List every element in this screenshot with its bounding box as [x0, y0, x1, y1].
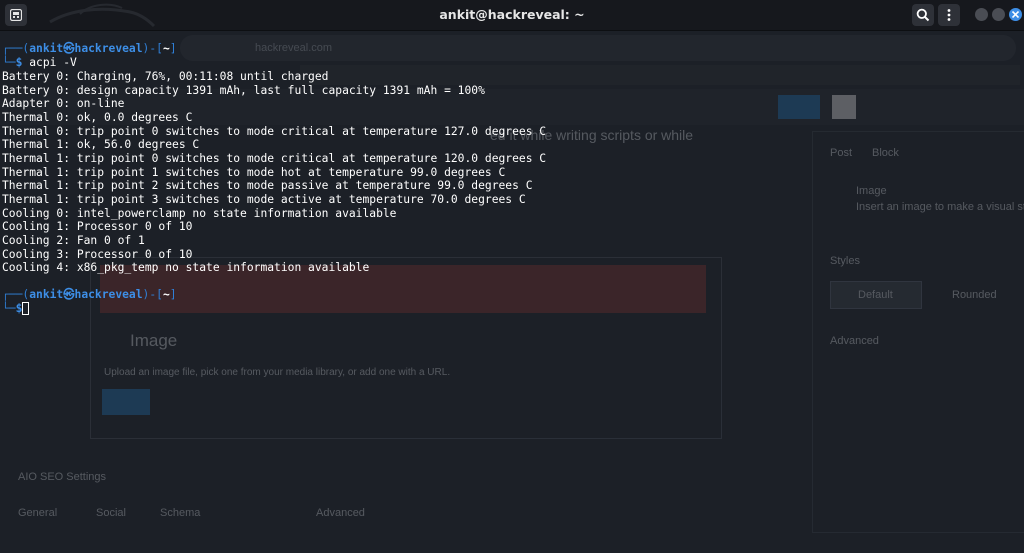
prompt-frame-bottom: └─	[2, 56, 16, 69]
output-line: Cooling 4: x86_pkg_temp no state informa…	[2, 261, 370, 274]
minimize-button[interactable]	[975, 8, 988, 21]
output-line: Adapter 0: on-line	[2, 97, 125, 110]
prompt-line-2: ┌──(ankit㉿hackreveal)-[~]	[2, 288, 177, 302]
command-line-2[interactable]: └─$	[2, 302, 30, 316]
terminal-icon	[10, 9, 22, 21]
text-cursor	[22, 302, 30, 315]
prompt-user-host: ankit㉿hackreveal	[29, 42, 143, 55]
prompt-sign: $	[15, 302, 23, 315]
prompt-separator: )-[	[142, 288, 163, 301]
prompt-end: ]	[169, 42, 177, 55]
output-line: Thermal 0: ok, 0.0 degrees C	[2, 111, 193, 124]
prompt-frame: ┌──(	[2, 288, 30, 301]
prompt-frame: ┌──(	[2, 42, 30, 55]
menu-button[interactable]	[938, 4, 960, 26]
search-icon	[916, 8, 930, 22]
output-line: Battery 0: design capacity 1391 mAh, las…	[2, 84, 485, 97]
prompt-user-host: ankit㉿hackreveal	[29, 288, 143, 301]
kebab-menu-icon	[947, 9, 951, 21]
output-line: Thermal 1: trip point 3 switches to mode…	[2, 193, 526, 206]
search-button[interactable]	[912, 4, 934, 26]
output-line: Cooling 0: intel_powerclamp no state inf…	[2, 207, 397, 220]
output-line: Thermal 0: trip point 0 switches to mode…	[2, 125, 547, 138]
output-line: Thermal 1: trip point 1 switches to mode…	[2, 166, 506, 179]
terminal-menu-button[interactable]	[5, 4, 27, 26]
maximize-button[interactable]	[992, 8, 1005, 21]
prompt-line-1: ┌──(ankit㉿hackreveal)-[~]	[2, 42, 177, 56]
terminal-window: hackreveal.com ed it while writing scrip…	[0, 0, 1024, 553]
output-line: Thermal 1: ok, 56.0 degrees C	[2, 138, 200, 151]
prompt-directory: ~	[162, 42, 170, 55]
prompt-frame-bottom: └─	[2, 302, 16, 315]
output-line: Thermal 1: trip point 2 switches to mode…	[2, 179, 533, 192]
prompt-end: ]	[169, 288, 177, 301]
terminal-output-area[interactable]: ┌──(ankit㉿hackreveal)-[~] └─$ acpi -V Ba…	[0, 40, 1024, 540]
output-line: Cooling 1: Processor 0 of 10	[2, 220, 193, 233]
command-text: acpi -V	[29, 56, 77, 69]
prompt-separator: )-[	[142, 42, 163, 55]
command-line-1: └─$ acpi -V	[2, 56, 77, 70]
output-line: Cooling 3: Processor 0 of 10	[2, 248, 193, 261]
close-button[interactable]	[1009, 8, 1022, 21]
title-bar: ankit@hackreveal: ~	[0, 0, 1024, 31]
output-line: Cooling 2: Fan 0 of 1	[2, 234, 145, 247]
close-icon	[1012, 11, 1019, 18]
prompt-directory: ~	[162, 288, 170, 301]
kali-dragon-logo	[49, 3, 156, 28]
output-line: Thermal 1: trip point 0 switches to mode…	[2, 152, 547, 165]
prompt-sign: $	[15, 56, 23, 69]
output-line: Battery 0: Charging, 76%, 00:11:08 until…	[2, 70, 329, 83]
